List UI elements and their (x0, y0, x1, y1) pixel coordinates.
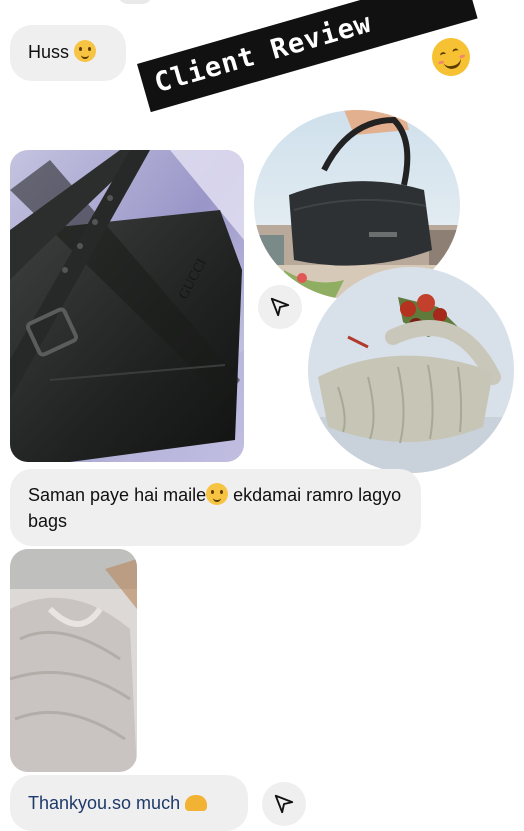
black-bag-image: GUCCI (10, 150, 244, 462)
paper-plane-icon (274, 794, 294, 814)
pleading-face-icon (74, 40, 97, 62)
grey-bag-image (308, 267, 514, 473)
message-bubble-huss[interactable]: Huss (10, 25, 126, 81)
relieved-face-icon (206, 483, 229, 505)
heart-hands-icon (185, 795, 208, 811)
sticker-text: Client Review (151, 7, 376, 100)
previous-message-edge (118, 0, 152, 4)
message-bubble-thankyou[interactable]: Thankyou.so much (10, 775, 248, 831)
smiling-face-icon (427, 33, 475, 81)
shared-photo-grey-bag-closeup[interactable] (10, 549, 137, 772)
message-text: Huss (28, 42, 70, 62)
shared-photo-grey-bag[interactable] (308, 267, 514, 473)
client-review-sticker: Client Review (137, 0, 478, 113)
grey-bag-closeup-image (10, 549, 137, 772)
share-button-bottom[interactable] (262, 782, 306, 826)
shared-photo-black-bag[interactable]: GUCCI (10, 150, 244, 462)
message-text: Thankyou.so much (28, 793, 181, 813)
paper-plane-icon (270, 297, 290, 317)
message-text-part1: Saman paye hai maile (28, 485, 207, 505)
share-button[interactable] (258, 285, 302, 329)
message-bubble-saman[interactable]: Saman paye hai maile ekdamai ramro lagyo… (10, 469, 421, 546)
